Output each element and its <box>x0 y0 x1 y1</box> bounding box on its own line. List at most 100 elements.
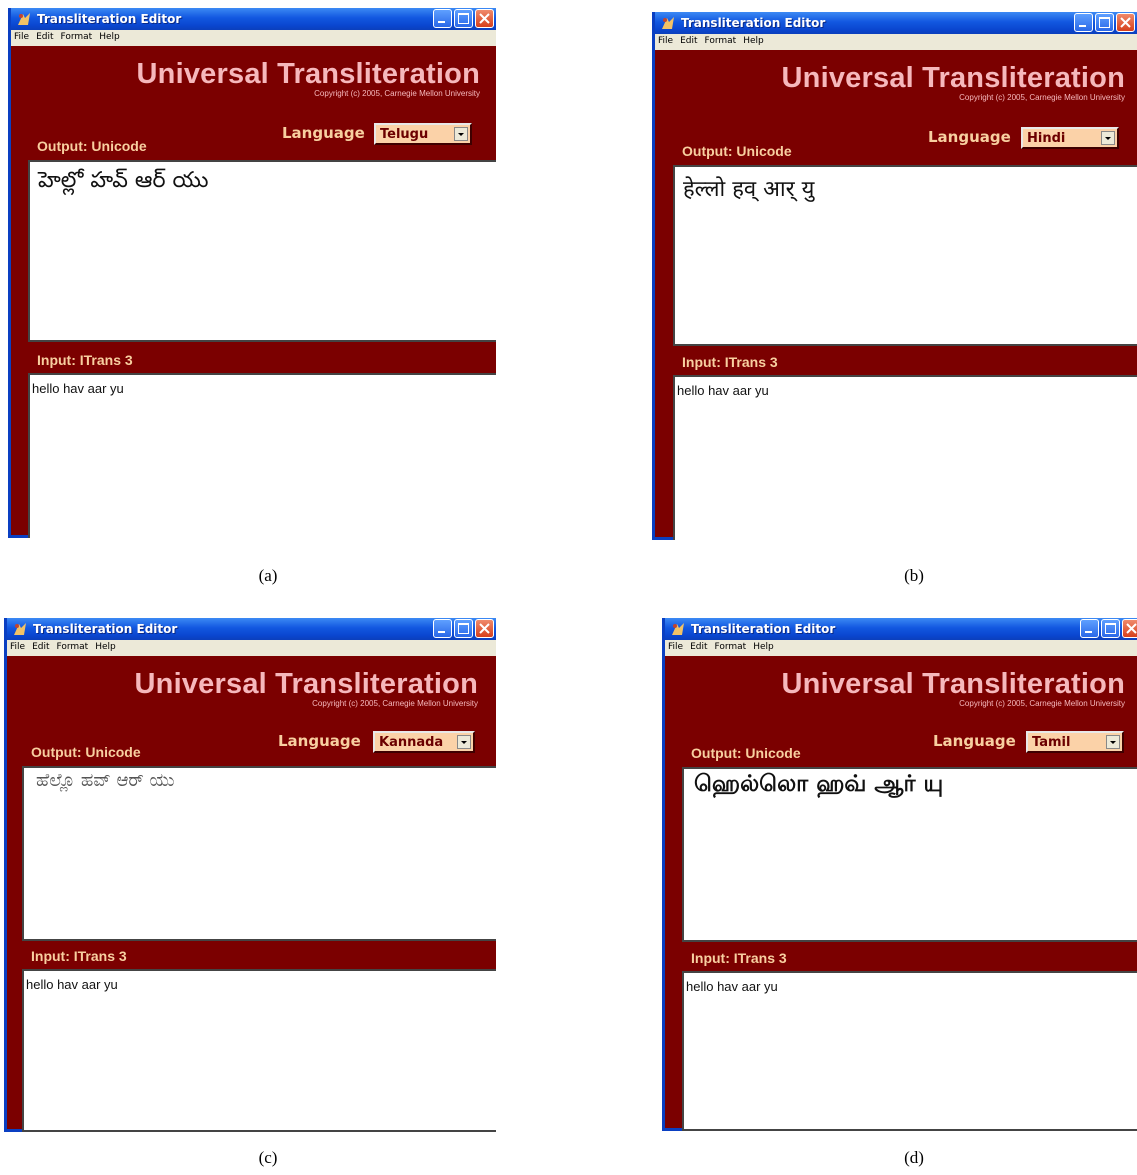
output-text: हेल्लो हव् आर् यु <box>683 177 815 202</box>
menu-edit[interactable]: Edit <box>677 34 701 46</box>
output-textarea[interactable]: हेल्लो हव् आर् यु <box>673 165 1137 346</box>
input-textarea[interactable]: hello hav aar yu <box>22 969 496 1132</box>
chevron-down-icon[interactable] <box>454 127 468 141</box>
brand-header: Universal Transliteration Copyright (c) … <box>137 58 480 98</box>
minimize-icon <box>1085 631 1092 633</box>
editor-window: Transliteration Editor File Edit Format Hel… <box>8 8 496 538</box>
app-icon <box>14 623 26 635</box>
close-icon <box>1120 17 1131 28</box>
minimize-button[interactable] <box>1074 13 1093 32</box>
maximize-button[interactable] <box>454 9 473 28</box>
menu-file[interactable]: File <box>665 640 687 652</box>
window-panel-b: Transliteration Editor File Edit Format Hel… <box>652 12 1137 540</box>
menu-help[interactable]: Help <box>96 30 124 42</box>
minimize-icon <box>438 21 445 23</box>
input-textarea[interactable]: hello hav aar yu <box>682 971 1137 1131</box>
menu-file[interactable]: File <box>11 30 33 42</box>
window-panel-c: Transliteration Editor File Edit Format Hel… <box>4 618 496 1132</box>
menu-format[interactable]: Format <box>54 640 93 652</box>
close-button[interactable] <box>1116 13 1135 32</box>
chevron-down-icon[interactable] <box>1106 735 1120 749</box>
output-textarea[interactable]: ಹೆಲ್ಲೊ ಹವ್ ಆರ್ ಯು <box>22 766 496 941</box>
menu-file[interactable]: File <box>655 34 677 46</box>
menu-file[interactable]: File <box>7 640 29 652</box>
brand-title: Universal Transliteration <box>781 668 1125 700</box>
client-area: Universal Transliteration Copyright (c) … <box>665 656 1137 1131</box>
menu-help[interactable]: Help <box>750 640 778 652</box>
brand-title: Universal Transliteration <box>781 62 1125 94</box>
title-bar[interactable]: Transliteration Editor <box>665 618 1137 640</box>
output-textarea[interactable]: హెల్లో హవ్ ఆర్ యు <box>28 160 496 342</box>
caption-c: (c) <box>258 1148 278 1167</box>
maximize-button[interactable] <box>1101 619 1120 638</box>
menu-edit[interactable]: Edit <box>33 30 57 42</box>
editor-window: Transliteration Editor File Edit Format Hel… <box>652 12 1137 540</box>
menu-format[interactable]: Format <box>712 640 751 652</box>
input-label: Input: ITrans 3 <box>682 354 778 370</box>
menu-help[interactable]: Help <box>740 34 768 46</box>
output-text: ಹೆಲ್ಲೊ ಹವ್ ಆರ್ ಯು <box>36 770 175 791</box>
language-select[interactable]: Kannada <box>373 731 475 753</box>
menu-bar: File Edit Format Help <box>11 30 496 46</box>
language-value: Tamil <box>1032 735 1071 750</box>
app-icon <box>672 623 684 635</box>
menu-bar: File Edit Format Help <box>7 640 496 656</box>
brand-header: Universal Transliteration Copyright (c) … <box>782 62 1125 102</box>
maximize-button[interactable] <box>1095 13 1114 32</box>
brand-header: Universal Transliteration Copyright (c) … <box>782 668 1125 708</box>
window-title: Transliteration Editor <box>33 622 178 636</box>
minimize-button[interactable] <box>433 619 452 638</box>
chevron-down-icon[interactable] <box>1101 131 1115 145</box>
minimize-button[interactable] <box>433 9 452 28</box>
editor-window: Transliteration Editor File Edit Format Hel… <box>4 618 496 1132</box>
app-icon <box>662 17 674 29</box>
caption-a: (a) <box>258 566 278 585</box>
window-panel-a: Transliteration Editor File Edit Format Hel… <box>8 8 496 538</box>
brand-title: Universal Transliteration <box>136 58 480 90</box>
input-label: Input: ITrans 3 <box>691 950 787 966</box>
maximize-icon <box>1099 17 1110 28</box>
minimize-icon <box>1079 25 1086 27</box>
maximize-icon <box>458 13 469 24</box>
output-textarea[interactable]: ஹெல்லொ ஹவ் ஆர் யு <box>682 767 1137 942</box>
output-text: హెల్లో హవ్ ఆర్ యు <box>38 168 209 193</box>
chevron-down-icon[interactable] <box>457 735 471 749</box>
input-textarea[interactable]: hello hav aar yu <box>28 373 496 538</box>
language-value: Telugu <box>380 127 429 142</box>
brand-title: Universal Transliteration <box>134 668 478 700</box>
client-area: Universal Transliteration Copyright (c) … <box>11 46 496 538</box>
language-label: Language <box>928 128 1011 146</box>
window-panel-d: Transliteration Editor File Edit Format Hel… <box>662 618 1137 1131</box>
output-label: Output: Unicode <box>37 138 147 154</box>
close-icon <box>479 13 490 24</box>
language-select[interactable]: Hindi <box>1021 127 1119 149</box>
language-select[interactable]: Telugu <box>374 123 472 145</box>
language-select[interactable]: Tamil <box>1026 731 1124 753</box>
menu-format[interactable]: Format <box>702 34 741 46</box>
menu-bar: File Edit Format Help <box>655 34 1137 50</box>
input-textarea[interactable]: hello hav aar yu <box>673 375 1137 540</box>
language-value: Kannada <box>379 735 444 750</box>
input-text: hello hav aar yu <box>677 383 769 398</box>
close-icon <box>1126 623 1137 634</box>
app-icon <box>18 13 30 25</box>
menu-edit[interactable]: Edit <box>29 640 53 652</box>
minimize-button[interactable] <box>1080 619 1099 638</box>
output-label: Output: Unicode <box>682 143 792 159</box>
close-button[interactable] <box>475 619 494 638</box>
input-label: Input: ITrans 3 <box>37 352 133 368</box>
menu-help[interactable]: Help <box>92 640 120 652</box>
menu-edit[interactable]: Edit <box>687 640 711 652</box>
language-value: Hindi <box>1027 131 1066 146</box>
menu-format[interactable]: Format <box>58 30 97 42</box>
output-label: Output: Unicode <box>31 744 141 760</box>
title-bar[interactable]: Transliteration Editor <box>7 618 496 640</box>
language-label: Language <box>278 732 361 750</box>
output-label: Output: Unicode <box>691 745 801 761</box>
close-button[interactable] <box>475 9 494 28</box>
close-button[interactable] <box>1122 619 1137 638</box>
input-text: hello hav aar yu <box>26 977 118 992</box>
title-bar[interactable]: Transliteration Editor <box>11 8 496 30</box>
maximize-button[interactable] <box>454 619 473 638</box>
title-bar[interactable]: Transliteration Editor <box>655 12 1137 34</box>
